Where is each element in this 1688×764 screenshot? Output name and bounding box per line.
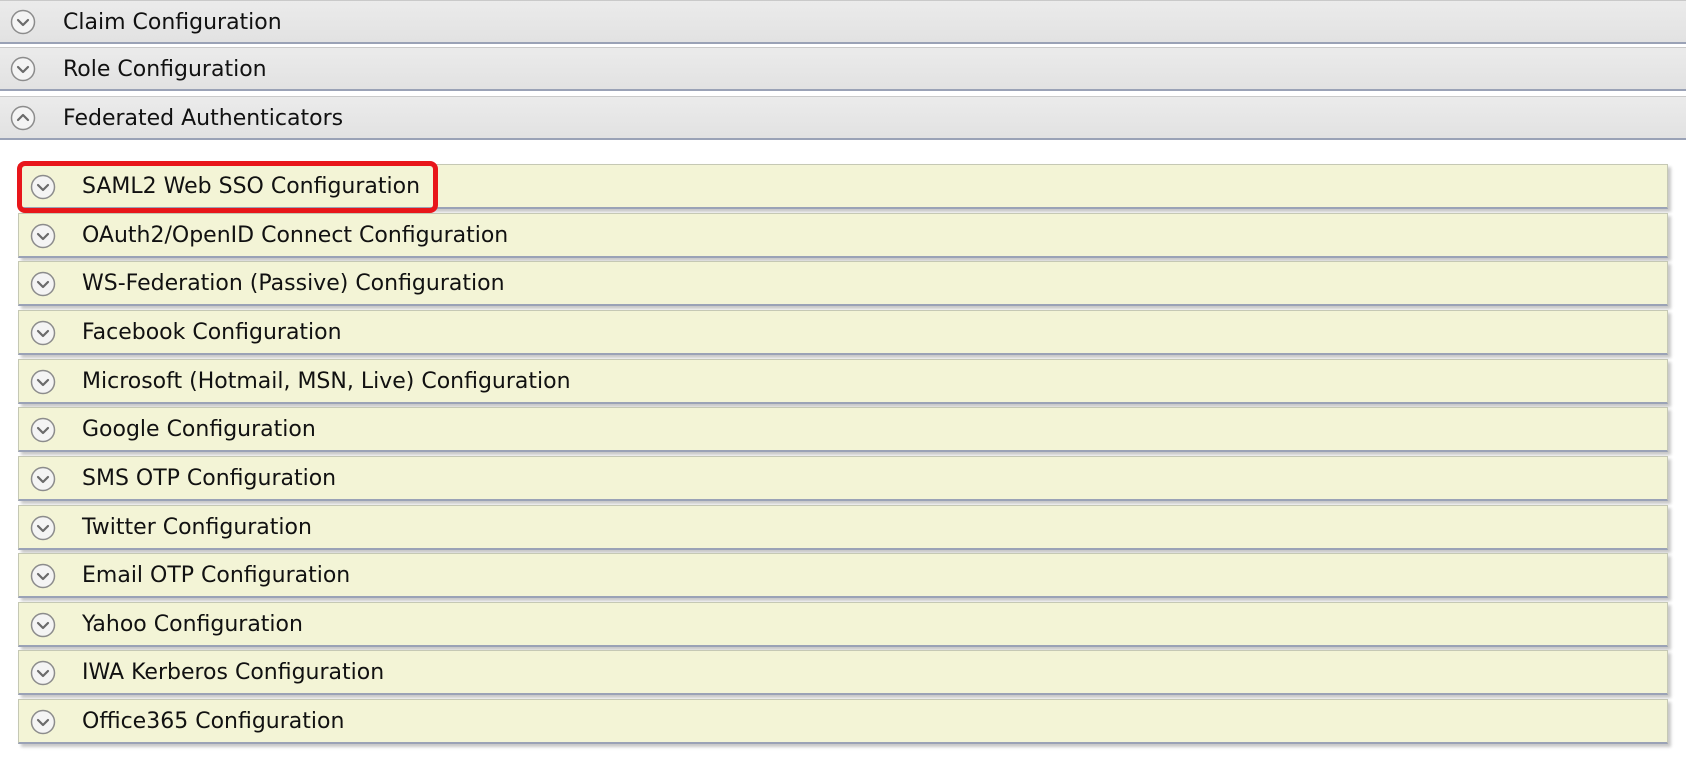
authenticator-label: Microsoft (Hotmail, MSN, Live) Configura… [82,369,571,394]
section-label: Role Configuration [63,57,267,82]
authenticator-office365[interactable]: Office365 Configuration [18,699,1668,744]
authenticator-yahoo[interactable]: Yahoo Configuration [18,602,1668,647]
section-label: Claim Configuration [63,10,282,35]
chevron-down-icon [30,223,56,249]
authenticator-label: OAuth2/OpenID Connect Configuration [82,223,509,248]
authenticator-label: Google Configuration [82,417,316,442]
chevron-down-icon [30,320,56,346]
section-federated-authenticators[interactable]: Federated Authenticators [0,96,1686,140]
authenticator-twitter[interactable]: Twitter Configuration [18,505,1668,550]
authenticator-label: WS-Federation (Passive) Configuration [82,271,505,296]
authenticator-email-otp[interactable]: Email OTP Configuration [18,553,1668,598]
section-claim-configuration[interactable]: Claim Configuration [0,0,1686,44]
authenticator-label: Office365 Configuration [82,709,345,734]
section-role-configuration[interactable]: Role Configuration [0,47,1686,91]
authenticator-label: Yahoo Configuration [82,612,303,637]
chevron-up-icon [10,105,36,131]
authenticator-oauth2-openid[interactable]: OAuth2/OpenID Connect Configuration [18,213,1668,258]
authenticator-label: Email OTP Configuration [82,563,351,588]
chevron-down-icon [30,174,56,200]
authenticator-label: SAML2 Web SSO Configuration [82,174,421,199]
authenticator-iwa-kerberos[interactable]: IWA Kerberos Configuration [18,650,1668,695]
chevron-down-icon [30,271,56,297]
authenticator-label: Facebook Configuration [82,320,342,345]
chevron-down-icon [30,515,56,541]
authenticator-label: IWA Kerberos Configuration [82,660,385,685]
section-label: Federated Authenticators [63,106,344,131]
authenticator-saml2-web-sso[interactable]: SAML2 Web SSO Configuration [18,164,1668,209]
chevron-down-icon [10,9,36,35]
authenticator-label: Twitter Configuration [82,515,312,540]
authenticator-sms-otp[interactable]: SMS OTP Configuration [18,456,1668,501]
authenticator-microsoft[interactable]: Microsoft (Hotmail, MSN, Live) Configura… [18,359,1668,404]
chevron-down-icon [30,563,56,589]
authenticator-facebook[interactable]: Facebook Configuration [18,310,1668,355]
authenticator-google[interactable]: Google Configuration [18,407,1668,452]
chevron-down-icon [30,417,56,443]
chevron-down-icon [30,369,56,395]
chevron-down-icon [30,612,56,638]
chevron-down-icon [30,660,56,686]
authenticator-label: SMS OTP Configuration [82,466,337,491]
chevron-down-icon [10,56,36,82]
chevron-down-icon [30,709,56,735]
chevron-down-icon [30,466,56,492]
authenticator-ws-federation[interactable]: WS-Federation (Passive) Configuration [18,261,1668,306]
